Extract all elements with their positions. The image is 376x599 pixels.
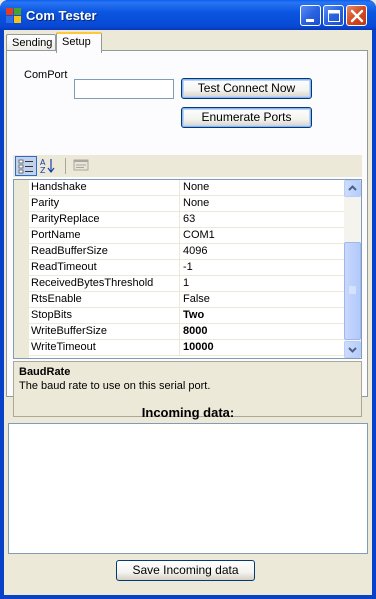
categorized-icon xyxy=(18,159,33,174)
property-row[interactable]: WriteBufferSize 8000 xyxy=(29,324,345,340)
property-row[interactable]: ParityReplace 63 xyxy=(29,212,345,228)
description-title: BaudRate xyxy=(19,366,71,378)
property-name: Parity xyxy=(29,196,180,212)
property-name: ReadTimeout xyxy=(29,260,180,276)
property-row[interactable]: Handshake None xyxy=(29,180,345,196)
property-row[interactable]: RtsEnable False xyxy=(29,292,345,308)
save-incoming-button[interactable]: Save Incoming data xyxy=(116,560,255,581)
chevron-down-icon xyxy=(348,347,357,353)
alphabetical-icon: A Z xyxy=(40,158,55,175)
property-value[interactable]: Two xyxy=(181,308,345,324)
property-value[interactable]: False xyxy=(181,292,345,308)
alphabetical-button[interactable]: A Z xyxy=(38,156,60,176)
maximize-icon xyxy=(328,10,340,22)
property-value[interactable]: 8000 xyxy=(181,324,345,340)
categorized-button[interactable] xyxy=(15,156,37,176)
property-value[interactable]: 4096 xyxy=(181,244,345,260)
title-bar[interactable]: Com Tester xyxy=(0,0,376,30)
property-row[interactable]: StopBits Two xyxy=(29,308,345,324)
main-window: Com Tester Sending Setup ComPort Test Co… xyxy=(0,0,376,599)
comport-input[interactable] xyxy=(74,79,174,99)
incoming-data-title: Incoming data: xyxy=(141,405,235,420)
tab-setup-label: Setup xyxy=(62,36,91,48)
incoming-data-textbox[interactable] xyxy=(8,423,368,554)
description-text: The baud rate to use on this serial port… xyxy=(19,380,211,392)
property-name: PortName xyxy=(29,228,180,244)
property-grid-margin xyxy=(14,180,29,358)
property-value[interactable]: 1 xyxy=(181,276,345,292)
property-row[interactable]: Parity None xyxy=(29,196,345,212)
property-row[interactable]: PortName COM1 xyxy=(29,228,345,244)
close-icon xyxy=(350,9,364,23)
property-grid-scrollbar[interactable] xyxy=(344,180,361,358)
scroll-down-button[interactable] xyxy=(344,341,361,358)
enumerate-ports-button[interactable]: Enumerate Ports xyxy=(181,107,312,128)
property-value[interactable]: 63 xyxy=(181,212,345,228)
window-title: Com Tester xyxy=(26,8,97,23)
property-name: WriteBufferSize xyxy=(29,324,180,340)
scroll-thumb[interactable] xyxy=(344,242,361,340)
close-button[interactable] xyxy=(346,5,367,26)
property-value[interactable]: None xyxy=(181,196,345,212)
test-connect-button[interactable]: Test Connect Now xyxy=(181,78,312,99)
property-name: ReadBufferSize xyxy=(29,244,180,260)
chevron-up-icon xyxy=(348,185,357,191)
client-area: Sending Setup ComPort Test Connect Now E… xyxy=(4,30,372,595)
property-grid-toolbar: A Z xyxy=(13,155,362,177)
property-row[interactable]: ReadBufferSize 4096 xyxy=(29,244,345,260)
setup-panel: ComPort Test Connect Now Enumerate Ports xyxy=(6,50,368,417)
property-pages-icon xyxy=(73,159,89,171)
property-name: WriteTimeout xyxy=(29,340,180,356)
comport-label: ComPort xyxy=(24,69,68,81)
window-frame-bottom xyxy=(0,595,376,599)
scroll-up-button[interactable] xyxy=(344,180,361,197)
property-name: RtsEnable xyxy=(29,292,180,308)
property-pages-button[interactable] xyxy=(71,156,93,176)
property-row[interactable]: WriteTimeout 10000 xyxy=(29,340,345,356)
minimize-button[interactable] xyxy=(300,5,321,26)
property-row[interactable]: ReadTimeout -1 xyxy=(29,260,345,276)
property-name: StopBits xyxy=(29,308,180,324)
app-icon xyxy=(6,8,21,23)
property-value[interactable]: None xyxy=(181,180,345,196)
property-name: ReceivedBytesThreshold xyxy=(29,276,180,292)
grip-icon xyxy=(349,286,356,294)
property-name: Handshake xyxy=(29,180,180,196)
toolbar-separator xyxy=(65,158,66,174)
minimize-icon xyxy=(306,19,314,22)
property-grid: Handshake None Parity None ParityReplace… xyxy=(13,179,362,359)
maximize-button[interactable] xyxy=(323,5,344,26)
tab-setup[interactable]: Setup xyxy=(56,32,102,53)
svg-text:Z: Z xyxy=(40,166,46,174)
tab-sending-label: Sending xyxy=(12,37,53,49)
property-name: ParityReplace xyxy=(29,212,180,228)
property-value[interactable]: -1 xyxy=(181,260,345,276)
property-value[interactable]: 10000 xyxy=(181,340,345,356)
property-value[interactable]: COM1 xyxy=(181,228,345,244)
property-row[interactable]: ReceivedBytesThreshold 1 xyxy=(29,276,345,292)
